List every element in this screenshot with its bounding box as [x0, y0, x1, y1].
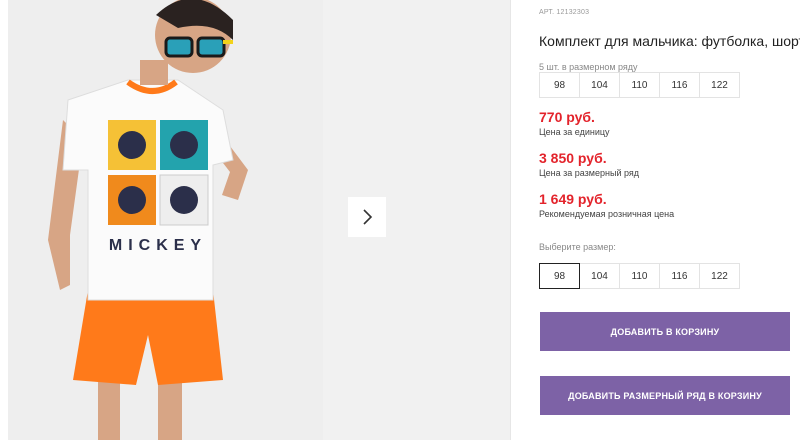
range-price-label: Цена за размерный ряд — [539, 168, 640, 178]
add-to-cart-button[interactable]: ДОБАВИТЬ В КОРЗИНУ — [540, 312, 790, 351]
size-option-98[interactable]: 98 — [539, 263, 580, 289]
chevron-right-icon — [363, 209, 373, 225]
size-option-110[interactable]: 110 — [619, 263, 660, 289]
product-gallery: MICKEY — [0, 0, 511, 440]
size-range-item: 98 — [539, 72, 580, 98]
retail-price: 1 649 руб. — [539, 191, 607, 207]
gallery-next-button[interactable] — [348, 197, 386, 237]
product-sku: АРТ. 12132303 — [539, 9, 590, 16]
size-range-label: 5 шт. в размерном ряду — [539, 62, 638, 72]
range-price: 3 850 руб. — [539, 150, 607, 166]
product-title: Комплект для мальчика: футболка, шорты — [539, 33, 800, 49]
product-photo-illustration: MICKEY — [8, 0, 323, 440]
size-range-item: 110 — [619, 72, 660, 98]
size-range-list: 98 104 110 116 122 — [539, 72, 740, 98]
retail-price-label: Рекомендуемая розничная цена — [539, 209, 675, 219]
size-range-item: 104 — [579, 72, 620, 98]
size-option-116[interactable]: 116 — [659, 263, 700, 289]
size-selector: 98 104 110 116 122 — [539, 263, 740, 289]
choose-size-label: Выберите размер: — [539, 242, 616, 252]
add-size-range-to-cart-button[interactable]: ДОБАВИТЬ РАЗМЕРНЫЙ РЯД В КОРЗИНУ — [540, 376, 790, 415]
product-info: АРТ. 12132303 Комплект для мальчика: фут… — [539, 0, 800, 440]
size-option-104[interactable]: 104 — [579, 263, 620, 289]
unit-price-label: Цена за единицу — [539, 127, 610, 137]
gallery-divider — [510, 0, 511, 440]
product-photo[interactable]: MICKEY — [8, 0, 323, 440]
unit-price: 770 руб. — [539, 109, 595, 125]
size-range-item: 122 — [699, 72, 740, 98]
shirt-print-text: MICKEY — [109, 237, 207, 254]
size-option-122[interactable]: 122 — [699, 263, 740, 289]
size-range-item: 116 — [659, 72, 700, 98]
